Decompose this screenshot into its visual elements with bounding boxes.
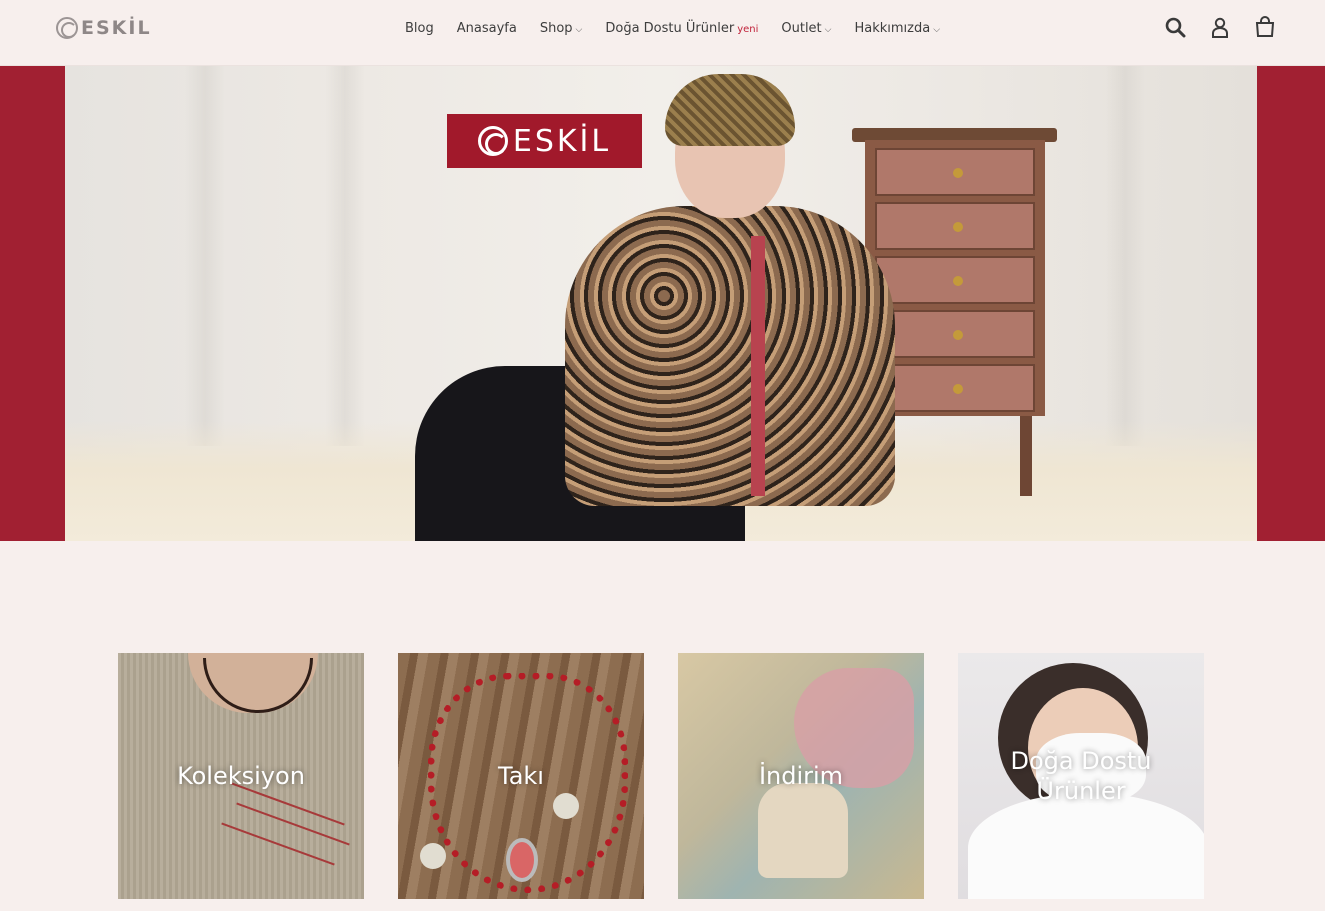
nav-item-shop[interactable]: Shop ⌵ [540,21,583,36]
nav-item-label: Blog [405,20,434,36]
drawer [875,364,1035,412]
nav-item-label: Outlet [781,20,822,36]
nav-item-label: Doğa Dostu Ürünler [605,20,735,36]
nav-item-label: Anasayfa [456,20,517,36]
collection-title: İndirim [758,762,844,790]
drawer [875,256,1035,304]
knob [953,330,963,340]
knob [953,384,963,394]
nav-item-anasayfa[interactable]: Anasayfa [457,21,517,36]
hero-photo: ESKİL [65,66,1257,541]
collection-card-indirim[interactable]: İndirim [678,653,924,899]
drawer [875,310,1035,358]
hero-badge-text: ESKİL [512,123,612,159]
site-logo[interactable]: ESKİL [56,15,152,41]
collection-title: Takı [498,762,544,790]
collection-title: Doğa Dostu Ürünler [1010,747,1152,805]
chevron-down-icon: ⌵ [824,24,832,35]
collection-card-koleksiyon[interactable]: Koleksiyon [118,653,364,899]
knob [953,168,963,178]
search-icon[interactable] [1163,15,1187,39]
chevron-down-icon: ⌵ [575,24,583,35]
nav-item-label: Shop [539,20,573,36]
collection-title: Koleksiyon [177,762,305,790]
logo-mark-icon [56,17,78,39]
jacket-trim [751,236,765,496]
curtain-fold [325,66,365,446]
nav-item-label: Hakkımızda [854,20,931,36]
header-icons [1142,15,1277,39]
nav-item-outlet[interactable]: Outlet ⌵ [781,21,831,36]
cart-icon[interactable] [1253,15,1277,39]
curtain-fold [1105,66,1145,446]
site-header: ESKİL Blog Anasayfa Shop ⌵ Doğa Dostu Ür… [0,0,1325,66]
hero-logo-badge: ESKİL [447,114,642,168]
main-nav: Blog Anasayfa Shop ⌵ Doğa Dostu Ürünler … [405,18,963,38]
drawer [875,148,1035,196]
nav-item-doga-dostu-urunler[interactable]: Doğa Dostu Ürünler yeni [605,21,758,36]
new-badge: yeni [737,23,759,35]
knob [953,222,963,232]
logo-text: ESKİL [81,17,152,39]
brand-mark-icon [477,126,508,156]
curtain-fold [185,66,225,446]
dresser-leg [1020,416,1032,496]
nav-item-hakkimizda[interactable]: Hakkımızda ⌵ [854,21,940,36]
model-headwrap [665,74,795,146]
hero-banner[interactable]: ESKİL [0,66,1325,541]
nav-item-blog[interactable]: Blog [405,21,434,36]
collection-card-doga-dostu-urunler[interactable]: Doğa Dostu Ürünler [958,653,1204,899]
collection-grid: Koleksiyon Takı İndirim Doğa Dostu Ürünl… [118,653,1204,899]
drawer [875,202,1035,250]
account-icon[interactable] [1208,15,1232,39]
chevron-down-icon: ⌵ [933,24,941,35]
model-jacket [565,206,895,506]
knob [953,276,963,286]
collection-card-taki[interactable]: Takı [398,653,644,899]
